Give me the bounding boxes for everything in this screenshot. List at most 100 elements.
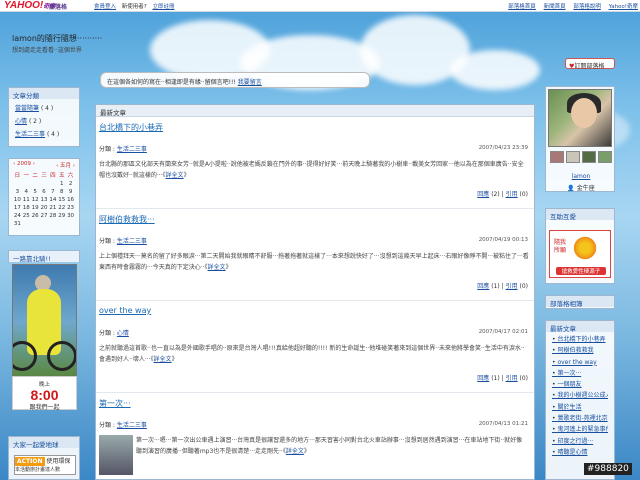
recent-article-link[interactable]: 阿樹伯救救我	[552, 345, 608, 356]
article-thumbnail[interactable]	[99, 435, 133, 475]
profile-photo[interactable]	[548, 89, 612, 147]
top-link[interactable]: Yahoo!奇摩	[609, 4, 638, 10]
category-link[interactable]: 生活二三事	[117, 422, 147, 429]
calendar-day[interactable]: 30	[66, 213, 75, 219]
calendar-day[interactable]: 16	[66, 197, 75, 203]
calendar-day[interactable]: 20	[40, 205, 49, 211]
recent-article-link[interactable]: 一個朋友	[552, 379, 608, 390]
thumbnail[interactable]	[582, 151, 596, 163]
blog-label: 部落格	[49, 4, 68, 11]
recent-article-link[interactable]: 第一次‧‧‧	[552, 368, 608, 379]
blog-title[interactable]: lamon的隨行隨想‧‧‧‧‧‧‧‧‧‧	[12, 33, 102, 44]
calendar: ‹ 2009 › ‹ 五月 › 日一二三四五六 1 2 3 4 5 6 7 8 9 10 11 12 13…	[8, 158, 80, 236]
calendar-day	[31, 181, 40, 187]
recent-article-link[interactable]: over the way	[552, 357, 608, 368]
calendar-day[interactable]: 11	[22, 197, 31, 203]
recent-article-link[interactable]: 印度之行過‧‧‧	[552, 436, 608, 447]
right-top-links: 部落格首頁 新聞首頁 部落格說明 Yahoo!奇摩	[502, 2, 638, 10]
calendar-day[interactable]: 9	[66, 189, 75, 195]
ref-link[interactable]: 引用	[506, 191, 518, 198]
ref-link[interactable]: 引用	[506, 375, 518, 382]
article-category: 分類 : 生活二三事	[99, 422, 147, 429]
user-icon: 👤	[567, 185, 575, 192]
bike-wheel	[13, 341, 37, 371]
calendar-day[interactable]: 21	[48, 205, 57, 211]
calendar-day[interactable]: 26	[31, 213, 40, 219]
calendar-day[interactable]: 13	[40, 197, 49, 203]
register-link[interactable]: 立即註冊	[152, 4, 174, 10]
promo-box[interactable]: 晚上 8:00 跟我們一起	[12, 376, 77, 411]
top-links: 會員登入 新使用者? 立即註冊	[94, 2, 178, 10]
calendar-day[interactable]: 2	[66, 181, 75, 187]
member-login-link[interactable]: 會員登入	[94, 4, 116, 10]
calendar-day[interactable]: 1	[57, 181, 66, 187]
calendar-day[interactable]: 3	[13, 189, 22, 195]
category-link[interactable]: 生活二三事	[117, 146, 147, 153]
calendar-day[interactable]: 23	[66, 205, 75, 211]
recent-article-link[interactable]: 鬼河遙上的緊急事件‧‧‧會會會!!!	[552, 424, 608, 435]
category-link[interactable]: 心情	[117, 330, 129, 337]
article-title[interactable]: 阿樹伯救救我‧‧‧	[99, 214, 155, 225]
ref-link[interactable]: 引用	[506, 283, 518, 290]
category-item[interactable]: 當當隨筆 ( 4 )	[15, 102, 73, 115]
calendar-day[interactable]: 19	[31, 205, 40, 211]
thumbnail[interactable]	[598, 151, 612, 163]
calendar-day[interactable]: 10	[13, 197, 22, 203]
calendar-day[interactable]: 6	[40, 189, 49, 195]
read-more-link[interactable]: 詳全文	[286, 448, 304, 455]
article-title[interactable]: 第一次‧‧‧	[99, 398, 131, 409]
profile-thumbnails	[550, 151, 612, 163]
profile-name[interactable]: lamon	[546, 173, 616, 180]
thumbnail[interactable]	[566, 151, 580, 163]
top-link[interactable]: 新聞首頁	[544, 4, 566, 10]
calendar-day[interactable]: 4	[22, 189, 31, 195]
read-more-link[interactable]: 詳全文	[154, 356, 172, 363]
article-title[interactable]: over the way	[99, 306, 151, 315]
calendar-day[interactable]: 18	[22, 205, 31, 211]
category-link[interactable]: 生活二三事	[117, 238, 147, 245]
yahoo-logo[interactable]: YAHOO!奇摩	[4, 0, 55, 11]
calendar-day[interactable]: 24	[13, 213, 22, 219]
recent-article-link[interactable]: 關於生活	[552, 402, 608, 413]
recent-article-link[interactable]: 鶯歌老街-苑裡北京	[552, 413, 608, 424]
subscribe-button[interactable]: ♥訂閱部落格	[565, 58, 615, 70]
calendar-day[interactable]: 15	[57, 197, 66, 203]
calendar-month[interactable]: ‹ 五月 ›	[56, 161, 75, 169]
calendar-day[interactable]: 27	[40, 213, 49, 219]
thumbnail[interactable]	[550, 151, 564, 163]
recent-article-link[interactable]: 晴聽是心情	[552, 447, 608, 458]
read-more-link[interactable]: 詳全文	[208, 264, 226, 271]
category-item[interactable]: 心情 ( 2 )	[15, 115, 73, 128]
article-date: 2007/04/17 02:01	[478, 329, 528, 335]
top-link[interactable]: 部落格首頁	[508, 4, 536, 10]
category-item[interactable]: 生活二三事 ( 4 )	[15, 128, 73, 141]
calendar-day[interactable]: 22	[57, 205, 66, 211]
article: 阿樹伯救救我‧‧‧ 分類 : 生活二三事 2007/04/19 00:13 上上…	[96, 209, 534, 301]
calendar-day[interactable]: 17	[13, 205, 22, 211]
recent-article-link[interactable]: 台北橋下的小巷弄	[552, 334, 608, 345]
leave-message-link[interactable]: 我要留言	[238, 79, 262, 86]
calendar-day[interactable]: 28	[48, 213, 57, 219]
article-title[interactable]: 台北橋下的小巷弄	[99, 122, 163, 133]
calendar-year[interactable]: ‹ 2009 ›	[13, 161, 35, 169]
calendar-day[interactable]: 29	[57, 213, 66, 219]
calendar-day[interactable]: 8	[57, 189, 66, 195]
main-articles: 最新文章 台北橋下的小巷弄 分類 : 生活二三事 2007/04/23 23:3…	[95, 104, 535, 480]
reply-link[interactable]: 回應	[477, 283, 489, 290]
top-link[interactable]: 部落格說明	[573, 4, 601, 10]
flower-button[interactable]: 搶救愛性棲源子	[556, 267, 606, 275]
calendar-day[interactable]: 7	[48, 189, 57, 195]
calendar-day[interactable]: 5	[31, 189, 40, 195]
earth-action-banner[interactable]: ACTION 使用環保 本活動辦計畫達人數	[14, 455, 76, 475]
calendar-weekday: 三	[41, 173, 47, 179]
calendar-day[interactable]: 14	[48, 197, 57, 203]
reply-link[interactable]: 回應	[477, 191, 489, 198]
recent-article-link[interactable]: 我的小樹週公公成人了	[552, 390, 608, 401]
reply-link[interactable]: 回應	[477, 375, 489, 382]
flower-banner[interactable]: 隨我所願 搶救愛性棲源子	[549, 230, 611, 278]
calendar-day[interactable]: 31	[13, 221, 22, 227]
calendar-day[interactable]: 25	[22, 213, 31, 219]
calendar-day[interactable]: 12	[31, 197, 40, 203]
notice-text: 在這個各如何的寫在‧‧相逢即是有緣‧‧留個言吧!!!	[107, 79, 236, 86]
read-more-link[interactable]: 詳全文	[166, 172, 184, 179]
